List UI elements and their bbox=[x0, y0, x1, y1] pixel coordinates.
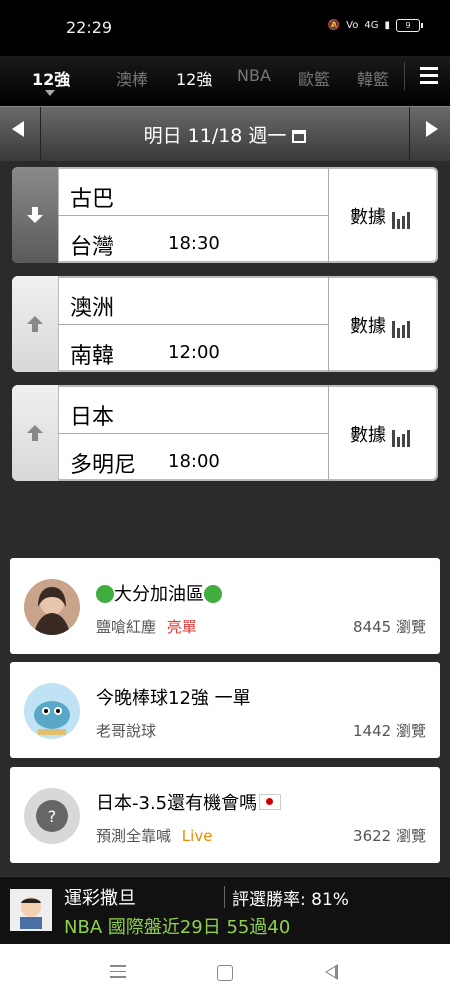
clock: 22:29 bbox=[66, 18, 113, 37]
game-time: 18:30 bbox=[168, 233, 220, 254]
system-icons: 🔕 Vo 4G ▮ 9 bbox=[327, 19, 423, 32]
post-card[interactable]: ? 日本-3.5還有機會嗎 預測全靠喊 Live 3622 瀏覽 bbox=[10, 767, 440, 863]
win-rate: 評選勝率: 81% bbox=[232, 890, 349, 910]
post-views: 1442 瀏覽 bbox=[353, 722, 426, 740]
volte-icon: Vo bbox=[346, 20, 359, 31]
home-team: 南韓 bbox=[70, 344, 115, 369]
battery-icon: 9 bbox=[396, 19, 423, 32]
japan-flag-icon bbox=[259, 794, 282, 810]
back-icon[interactable] bbox=[325, 964, 338, 980]
post-views: 3622 瀏覽 bbox=[353, 827, 426, 845]
calendar-icon bbox=[292, 130, 307, 143]
date-selector: 明日 11/18 週一 bbox=[0, 106, 450, 161]
stats-button[interactable]: 數據 bbox=[350, 203, 410, 229]
away-team: 澳洲 bbox=[70, 296, 115, 321]
tab-divider bbox=[404, 62, 405, 90]
post-author: 老哥說球 bbox=[96, 722, 157, 740]
away-team: 古巴 bbox=[70, 187, 115, 212]
mute-icon: 🔕 bbox=[327, 20, 341, 31]
post-meta: 鹽嗆紅塵 亮單 bbox=[96, 616, 197, 637]
home-team: 台灣 bbox=[70, 235, 115, 260]
category-tabs: 12強 澳棒 12強 NBA 歐籃 韓籃 bbox=[0, 56, 450, 106]
stats-label: 數據 bbox=[350, 425, 386, 446]
status-bar: 22:29 🔕 Vo 4G ▮ 9 bbox=[0, 0, 450, 56]
arrow-up-icon bbox=[27, 316, 43, 332]
tab-euro-basketball[interactable]: 歐籃 bbox=[298, 66, 330, 90]
tab-nba[interactable]: NBA bbox=[237, 66, 271, 85]
post-author: 鹽嗆紅塵 bbox=[96, 618, 157, 636]
system-nav-bar bbox=[0, 944, 450, 1000]
post-card[interactable]: 今晚棒球12強 一單 老哥說球 1442 瀏覽 bbox=[10, 662, 440, 758]
avatar: ? bbox=[24, 788, 80, 844]
bar-chart-icon bbox=[392, 430, 410, 447]
avatar bbox=[24, 579, 80, 635]
stats-button[interactable]: 數據 bbox=[350, 312, 410, 338]
active-tab-caret-icon bbox=[45, 90, 55, 96]
arrow-down-icon bbox=[27, 207, 43, 223]
game-card[interactable]: 澳洲 南韓 12:00 數據 bbox=[12, 276, 438, 372]
expand-toggle[interactable] bbox=[12, 167, 59, 263]
post-views: 8445 瀏覽 bbox=[353, 618, 426, 636]
bar-chart-icon bbox=[392, 212, 410, 229]
avatar bbox=[24, 683, 80, 739]
menu-icon[interactable] bbox=[420, 67, 438, 85]
tab-aus-baseball[interactable]: 澳棒 bbox=[116, 66, 148, 90]
green-circle-icon bbox=[204, 585, 222, 603]
arrow-up-icon bbox=[27, 425, 43, 441]
post-title: 日本-3.5還有機會嗎 bbox=[96, 793, 258, 814]
home-icon[interactable] bbox=[217, 965, 233, 981]
avatar bbox=[10, 889, 52, 931]
game-time: 18:00 bbox=[168, 451, 220, 472]
post-card[interactable]: 大分加油區 鹽嗆紅塵 亮單 8445 瀏覽 bbox=[10, 558, 440, 654]
tipster-banner[interactable]: 運彩撒旦 評選勝率: 81% NBA 國際盤近29日 55過40 bbox=[0, 876, 450, 945]
expand-toggle[interactable] bbox=[12, 385, 59, 481]
signal-icon: ▮ bbox=[384, 20, 390, 31]
date-label: 明日 11/18 週一 bbox=[143, 125, 287, 147]
next-day-icon[interactable] bbox=[426, 121, 438, 137]
stats-label: 數據 bbox=[350, 207, 386, 228]
post-tag: Live bbox=[181, 827, 213, 845]
away-team: 日本 bbox=[70, 405, 115, 430]
tab-12-strong-active[interactable]: 12強 bbox=[32, 66, 70, 90]
tipster-name: 運彩撒旦 bbox=[64, 888, 136, 909]
tab-korea-basketball[interactable]: 韓籃 bbox=[357, 66, 389, 90]
tab-12-strong[interactable]: 12強 bbox=[176, 66, 212, 90]
game-time: 12:00 bbox=[168, 342, 220, 363]
bar-chart-icon bbox=[392, 321, 410, 338]
stats-label: 數據 bbox=[350, 316, 386, 337]
post-title-wrap: 日本-3.5還有機會嗎 bbox=[96, 789, 282, 815]
post-author: 預測全靠喊 bbox=[96, 827, 172, 845]
network-label: 4G bbox=[364, 20, 379, 31]
post-title: 大分加油區 bbox=[114, 584, 204, 605]
green-circle-icon bbox=[96, 585, 114, 603]
post-title: 今晚棒球12強 一單 bbox=[96, 688, 251, 709]
game-card[interactable]: 日本 多明尼 18:00 數據 bbox=[12, 385, 438, 481]
post-tag: 亮單 bbox=[166, 618, 197, 636]
svg-text:?: ? bbox=[48, 807, 57, 826]
post-title-wrap: 大分加油區 bbox=[96, 580, 222, 606]
post-meta: 預測全靠喊 Live bbox=[96, 825, 212, 846]
tipster-record: NBA 國際盤近29日 55過40 bbox=[64, 917, 291, 938]
date-label-wrap[interactable]: 明日 11/18 週一 bbox=[0, 121, 450, 148]
stats-button[interactable]: 數據 bbox=[350, 421, 410, 447]
home-team: 多明尼 bbox=[70, 453, 137, 478]
post-meta: 老哥說球 bbox=[96, 720, 156, 741]
recents-icon[interactable] bbox=[110, 965, 126, 982]
expand-toggle[interactable] bbox=[12, 276, 59, 372]
game-card[interactable]: 古巴 台灣 18:30 數據 bbox=[12, 167, 438, 263]
